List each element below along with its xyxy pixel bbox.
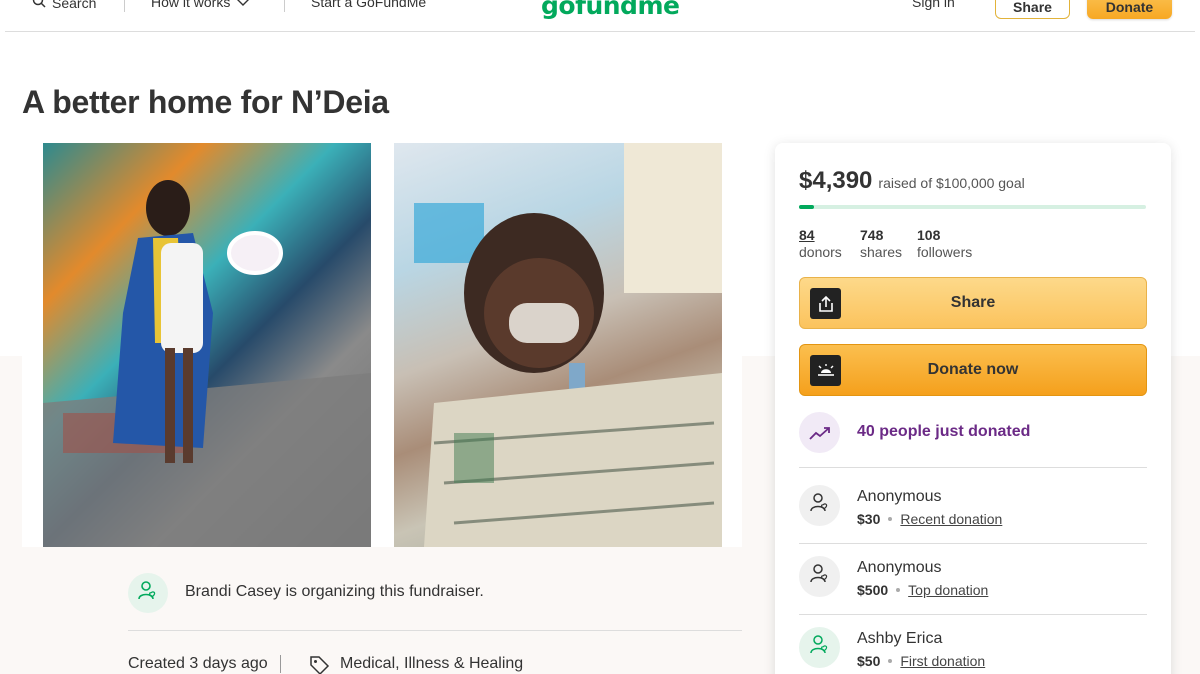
start-gofundme-link[interactable]: Start a GoFundMe bbox=[311, 0, 426, 10]
donor-name: Ashby Erica bbox=[857, 630, 943, 647]
donation-row: $500 Top donation bbox=[857, 582, 988, 598]
dot-separator bbox=[888, 517, 893, 521]
gofundme-logo[interactable]: gofundme bbox=[541, 0, 680, 20]
campaign-photo-hospital[interactable] bbox=[394, 143, 722, 547]
sign-in-link[interactable]: Sign in bbox=[912, 0, 955, 10]
meta-divider bbox=[280, 655, 281, 673]
followers-label: followers bbox=[917, 244, 973, 260]
share-button[interactable]: Share bbox=[799, 277, 1147, 329]
donors-stat[interactable]: 84 donors bbox=[799, 227, 842, 261]
nav-divider bbox=[124, 0, 125, 12]
progress-fill bbox=[799, 205, 815, 209]
trend-up-icon bbox=[799, 412, 840, 453]
donation-row: $30 Recent donation bbox=[857, 511, 1002, 527]
campaign-photo-graduation[interactable] bbox=[43, 143, 371, 547]
how-it-works-menu[interactable]: How it works bbox=[151, 0, 250, 10]
donor-name: Anonymous bbox=[857, 488, 942, 505]
created-date: Created 3 days ago bbox=[128, 655, 268, 672]
progress-bar bbox=[799, 205, 1146, 209]
donation-tag-link[interactable]: Recent donation bbox=[900, 511, 1002, 527]
organizer-avatar bbox=[128, 573, 168, 613]
share-icon bbox=[810, 288, 841, 319]
shares-count: 748 bbox=[860, 227, 884, 243]
donation-amount: $500 bbox=[857, 582, 889, 598]
organizer-divider bbox=[128, 630, 742, 631]
organizer-text: Brandi Casey is organizing this fundrais… bbox=[185, 583, 484, 600]
header-donate-button[interactable]: Donate bbox=[1087, 0, 1172, 19]
search-label: Search bbox=[52, 0, 97, 11]
donor-avatar bbox=[799, 485, 840, 526]
followers-count: 108 bbox=[917, 227, 941, 243]
donation-amount: $30 bbox=[857, 511, 881, 527]
header-divider bbox=[5, 31, 1195, 32]
donation-divider bbox=[799, 614, 1147, 615]
donation-divider bbox=[799, 467, 1147, 468]
search-icon bbox=[32, 0, 46, 11]
shares-stat: 748 shares bbox=[860, 227, 902, 261]
donation-amount: $50 bbox=[857, 653, 881, 669]
shares-label: shares bbox=[860, 244, 903, 260]
user-heart-icon bbox=[137, 580, 159, 607]
sign-in-label: Sign in bbox=[912, 0, 955, 10]
donors-label: donors bbox=[799, 244, 842, 260]
user-heart-icon bbox=[809, 563, 831, 590]
recent-donations-count: 40 people just donated bbox=[857, 423, 1031, 440]
amount-raised: $4,390 raised of $100,000 goal bbox=[799, 167, 1025, 195]
donation-tag-link[interactable]: First donation bbox=[900, 653, 985, 669]
category-link[interactable]: Medical, Illness & Healing bbox=[340, 655, 523, 673]
page-title: A better home for N’Deia bbox=[22, 84, 389, 120]
donor-name: Anonymous bbox=[857, 559, 942, 576]
search-link[interactable]: Search bbox=[32, 0, 96, 11]
goal-text: raised of $100,000 goal bbox=[878, 175, 1025, 191]
dot-separator bbox=[896, 588, 901, 592]
donation-tag-link[interactable]: Top donation bbox=[908, 582, 988, 598]
start-gofundme-label: Start a GoFundMe bbox=[311, 0, 427, 10]
tag-icon bbox=[308, 654, 330, 674]
chevron-down-icon bbox=[236, 0, 250, 10]
how-it-works-label: How it works bbox=[151, 0, 231, 10]
donate-now-label: Donate now bbox=[927, 361, 1019, 378]
donation-row: $50 First donation bbox=[857, 653, 985, 669]
share-button-label: Share bbox=[950, 294, 996, 311]
top-navigation: Search How it works Start a GoFundMe gof… bbox=[0, 0, 1200, 32]
donor-avatar bbox=[799, 627, 840, 668]
dot-separator bbox=[888, 659, 893, 663]
donors-count: 84 bbox=[799, 227, 815, 243]
raised-amount: $4,390 bbox=[799, 167, 873, 194]
donor-avatar bbox=[799, 556, 840, 597]
user-heart-icon bbox=[809, 492, 831, 519]
user-heart-icon bbox=[809, 634, 831, 661]
donate-hand-icon bbox=[810, 355, 841, 386]
header-share-button[interactable]: Share bbox=[995, 0, 1070, 19]
nav-divider bbox=[284, 0, 285, 12]
donate-now-button[interactable]: Donate now bbox=[799, 344, 1147, 396]
followers-stat: 108 followers bbox=[917, 227, 972, 261]
donation-divider bbox=[799, 543, 1147, 544]
